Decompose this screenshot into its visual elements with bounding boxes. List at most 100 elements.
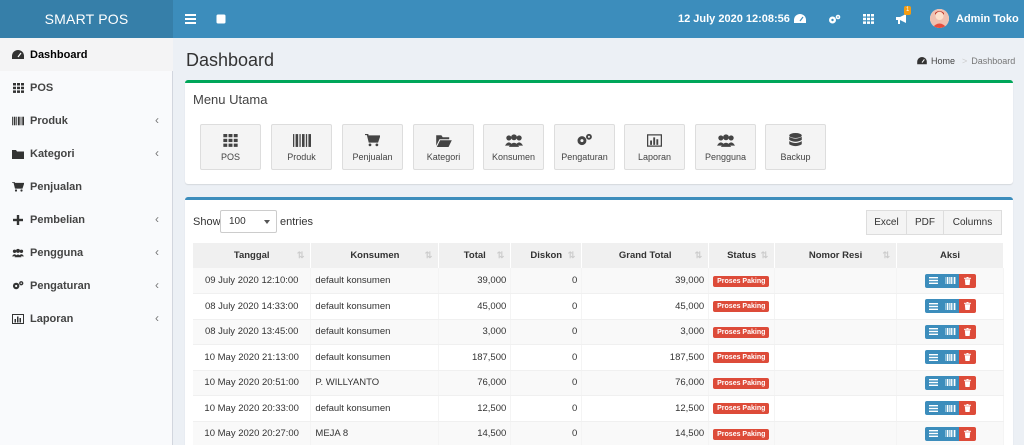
sidebar-item-pengguna[interactable]: Pengguna ‹ — [0, 236, 173, 269]
pdf-button[interactable]: PDF — [906, 210, 944, 235]
folder-icon — [12, 148, 24, 160]
user-menu-name[interactable]: Admin Toko — [956, 0, 1019, 38]
detail-button[interactable] — [924, 273, 942, 288]
sidebar-item-label: Kategori — [30, 147, 75, 160]
barcode-icon — [945, 328, 955, 336]
sidebar-item-pos[interactable]: POS — [0, 71, 173, 104]
detail-button[interactable] — [924, 299, 942, 314]
col-header-grand-total[interactable]: Grand Total ⇅ — [581, 243, 710, 268]
cell-resi — [774, 319, 897, 345]
menu-tile-produk[interactable]: Produk — [271, 124, 332, 170]
list-icon — [928, 379, 938, 387]
page-size-select[interactable]: 100 — [220, 210, 277, 233]
col-header-status[interactable]: Status ⇅ — [708, 243, 776, 268]
apps-nav-button[interactable] — [858, 0, 878, 38]
status-badge: Proses Paking — [713, 428, 770, 440]
cell-tanggal: 10 May 2020 20:33:00 — [193, 395, 312, 422]
sidebar-item-kategori[interactable]: Kategori ‹ — [0, 137, 173, 170]
edit-button[interactable] — [941, 401, 959, 416]
grid-icon — [862, 14, 874, 24]
cell-diskon: 0 — [510, 395, 583, 422]
menu-tile-label: POS — [220, 152, 240, 162]
edit-button[interactable] — [941, 299, 959, 314]
sort-icon: ⇅ — [882, 250, 890, 260]
menu-tile-pengguna[interactable]: Pengguna — [695, 124, 756, 170]
cell-konsumen: default konsumen — [310, 268, 440, 294]
edit-button[interactable] — [941, 375, 959, 390]
menu-tile-penjualan[interactable]: Penjualan — [342, 124, 403, 170]
cell-resi — [774, 421, 897, 445]
folder-open-icon — [435, 132, 452, 148]
delete-button[interactable] — [958, 273, 976, 288]
sidebar-item-laporan[interactable]: Laporan ‹ — [0, 302, 173, 335]
detail-button[interactable] — [924, 324, 942, 339]
sidebar-item-produk[interactable]: Produk ‹ — [0, 104, 173, 137]
menu-tile-konsumen[interactable]: Konsumen — [483, 124, 544, 170]
breadcrumb-current: Dashboard — [971, 56, 1016, 66]
edit-button[interactable] — [941, 426, 959, 441]
settings-nav-button[interactable] — [824, 0, 844, 38]
chevron-left-icon: ‹ — [155, 146, 159, 160]
sidebar-item-pengaturan[interactable]: Pengaturan ‹ — [0, 269, 173, 302]
fullscreen-button[interactable] — [212, 0, 230, 38]
cell-total: 39,000 — [438, 268, 512, 294]
col-header-diskon[interactable]: Diskon ⇅ — [510, 243, 583, 268]
avatar[interactable] — [930, 9, 949, 28]
menu-tile-kategori[interactable]: Kategori — [413, 124, 474, 170]
app-logo[interactable]: SMART POS — [0, 0, 173, 38]
caret-down-icon — [264, 220, 270, 224]
barcode-icon — [945, 379, 955, 387]
sidebar-item-penjualan[interactable]: Penjualan — [0, 170, 173, 203]
status-badge: Proses Paking — [713, 352, 770, 364]
cell-aksi — [896, 370, 1004, 396]
users-icon — [504, 132, 523, 148]
cart-icon — [365, 132, 380, 148]
excel-button[interactable]: Excel — [866, 210, 907, 235]
col-header-total[interactable]: Total ⇅ — [438, 243, 512, 268]
detail-button[interactable] — [924, 426, 942, 441]
table-row: 10 May 2020 21:13:00 default konsumen 18… — [193, 344, 1004, 371]
edit-button[interactable] — [941, 350, 959, 365]
cell-diskon: 0 — [510, 421, 583, 445]
sidebar-toggle-button[interactable] — [180, 0, 200, 38]
detail-button[interactable] — [924, 401, 942, 416]
col-header-tanggal[interactable]: Tanggal ⇅ — [193, 243, 312, 268]
menu-tile-backup[interactable]: Backup — [765, 124, 826, 170]
menu-tile-label: Konsumen — [491, 152, 536, 162]
dashboard-nav-button[interactable] — [790, 0, 810, 38]
sidebar-item-pembelian[interactable]: Pembelian ‹ — [0, 203, 173, 236]
delete-button[interactable] — [958, 401, 976, 416]
cell-grand-total: 39,000 — [581, 268, 710, 294]
top-navbar: SMART POS 12 July 2020 12:08:56 1 Admin … — [0, 0, 1024, 38]
edit-button[interactable] — [941, 324, 959, 339]
bullhorn-icon — [896, 14, 906, 24]
trash-icon — [963, 429, 971, 438]
col-header-aksi: Aksi — [896, 243, 1004, 268]
sort-icon: ⇅ — [296, 250, 305, 260]
col-header-konsumen[interactable]: Konsumen ⇅ — [310, 243, 440, 268]
transactions-table: Tanggal ⇅ Konsumen ⇅ Total ⇅ Diskon ⇅ Grand … — [193, 243, 1004, 445]
database-icon — [789, 132, 802, 148]
edit-button[interactable] — [941, 273, 959, 288]
datetime-display: 12 July 2020 12:08:56 — [678, 13, 790, 25]
table-row: 10 May 2020 20:27:00 MEJA 8 14,500 0 14,… — [193, 421, 1004, 445]
delete-button[interactable] — [958, 350, 976, 365]
menu-tile-pengaturan[interactable]: Pengaturan — [554, 124, 615, 170]
users-icon — [12, 247, 24, 259]
delete-button[interactable] — [958, 324, 976, 339]
menu-tile-pos[interactable]: POS — [200, 124, 261, 170]
sidebar-item-dashboard[interactable]: Dashboard — [0, 38, 173, 71]
delete-button[interactable] — [958, 375, 976, 390]
bar-chart-icon — [12, 313, 24, 325]
detail-button[interactable] — [924, 350, 942, 365]
table-header-row: Tanggal ⇅ Konsumen ⇅ Total ⇅ Diskon ⇅ Grand … — [193, 243, 1004, 268]
plus-icon — [12, 214, 24, 226]
cell-tanggal: 10 May 2020 20:51:00 — [193, 370, 312, 396]
detail-button[interactable] — [924, 375, 942, 390]
breadcrumb-home-link[interactable]: Home — [931, 56, 955, 66]
menu-tile-laporan[interactable]: Laporan — [624, 124, 685, 170]
columns-button[interactable]: Columns — [943, 210, 1002, 235]
col-header-nomor-resi[interactable]: Nomor Resi ⇅ — [774, 243, 897, 268]
delete-button[interactable] — [958, 426, 976, 441]
delete-button[interactable] — [958, 299, 976, 314]
